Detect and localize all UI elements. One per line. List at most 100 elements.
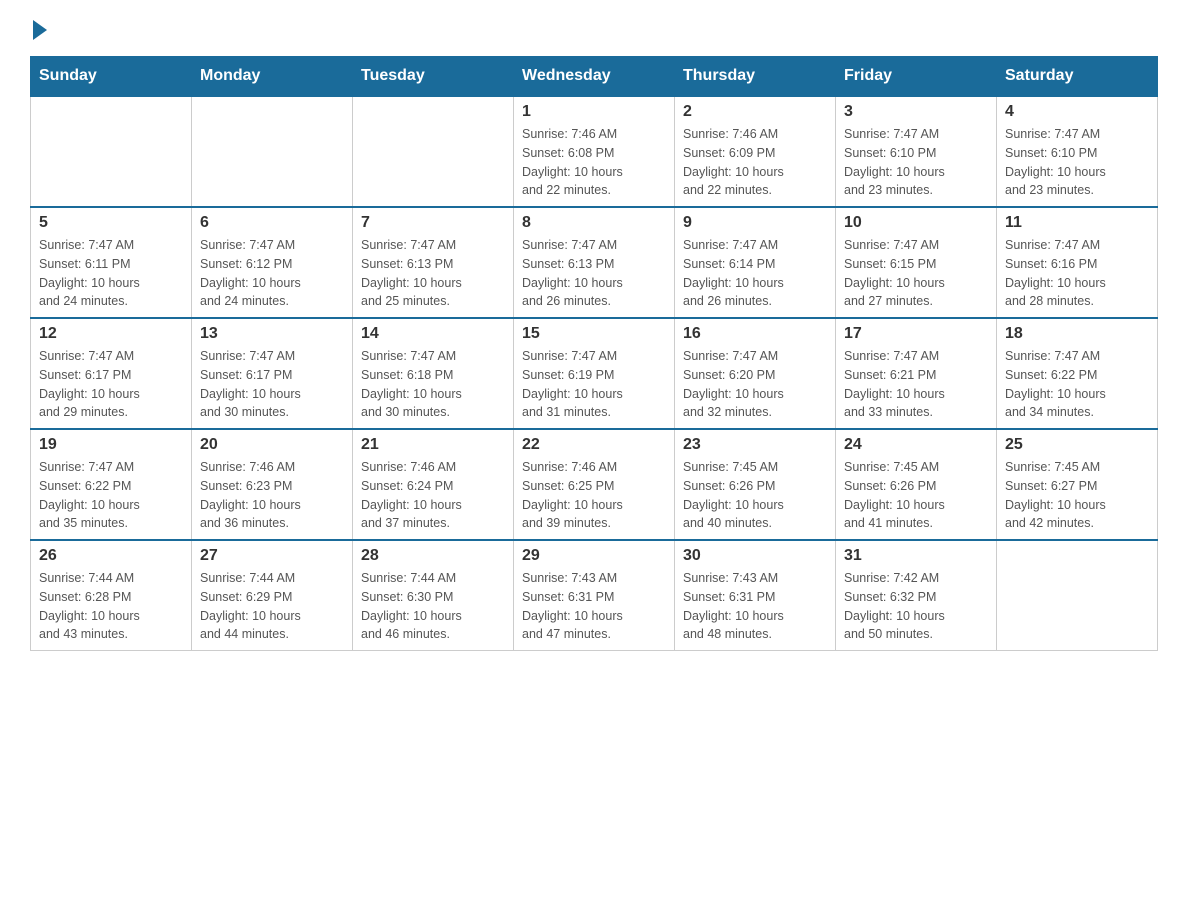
- calendar-day-cell: 19 Sunrise: 7:47 AMSunset: 6:22 PMDayligh…: [31, 429, 192, 540]
- day-number: 30: [683, 547, 827, 565]
- day-of-week-header: Friday: [836, 57, 997, 97]
- day-number: 4: [1005, 103, 1149, 121]
- calendar-week-row: 5 Sunrise: 7:47 AMSunset: 6:11 PMDaylight…: [31, 207, 1158, 318]
- calendar-week-row: 12 Sunrise: 7:47 AMSunset: 6:17 PMDayligh…: [31, 318, 1158, 429]
- day-info: Sunrise: 7:47 AMSunset: 6:12 PMDaylight:…: [200, 236, 344, 311]
- day-info: Sunrise: 7:47 AMSunset: 6:16 PMDaylight:…: [1005, 236, 1149, 311]
- calendar-day-cell: 26 Sunrise: 7:44 AMSunset: 6:28 PMDayligh…: [31, 540, 192, 651]
- day-info: Sunrise: 7:45 AMSunset: 6:27 PMDaylight:…: [1005, 458, 1149, 533]
- day-number: 7: [361, 214, 505, 232]
- calendar-day-cell: 4 Sunrise: 7:47 AMSunset: 6:10 PMDaylight…: [997, 96, 1158, 207]
- day-number: 8: [522, 214, 666, 232]
- day-number: 27: [200, 547, 344, 565]
- calendar-day-cell: [353, 96, 514, 207]
- calendar-day-cell: 22Sunrise: 7:46 AMSunset: 6:25 PMDayligh…: [514, 429, 675, 540]
- calendar-day-cell: 11 Sunrise: 7:47 AMSunset: 6:16 PMDayligh…: [997, 207, 1158, 318]
- day-info: Sunrise: 7:47 AMSunset: 6:10 PMDaylight:…: [844, 125, 988, 200]
- day-info: Sunrise: 7:47 AMSunset: 6:19 PMDaylight:…: [522, 347, 666, 422]
- calendar-header-row: SundayMondayTuesdayWednesdayThursdayFrid…: [31, 57, 1158, 97]
- calendar-week-row: 1 Sunrise: 7:46 AMSunset: 6:08 PMDaylight…: [31, 96, 1158, 207]
- day-number: 9: [683, 214, 827, 232]
- day-info: Sunrise: 7:44 AMSunset: 6:28 PMDaylight:…: [39, 569, 183, 644]
- day-number: 6: [200, 214, 344, 232]
- calendar-day-cell: 30 Sunrise: 7:43 AMSunset: 6:31 PMDayligh…: [675, 540, 836, 651]
- calendar-table: SundayMondayTuesdayWednesdayThursdayFrid…: [30, 56, 1158, 651]
- day-info: Sunrise: 7:47 AMSunset: 6:17 PMDaylight:…: [39, 347, 183, 422]
- calendar-day-cell: 24Sunrise: 7:45 AMSunset: 6:26 PMDayligh…: [836, 429, 997, 540]
- day-info: Sunrise: 7:47 AMSunset: 6:22 PMDaylight:…: [39, 458, 183, 533]
- calendar-day-cell: 20 Sunrise: 7:46 AMSunset: 6:23 PMDayligh…: [192, 429, 353, 540]
- calendar-day-cell: 9 Sunrise: 7:47 AMSunset: 6:14 PMDaylight…: [675, 207, 836, 318]
- day-info: Sunrise: 7:46 AMSunset: 6:09 PMDaylight:…: [683, 125, 827, 200]
- calendar-day-cell: 29 Sunrise: 7:43 AMSunset: 6:31 PMDayligh…: [514, 540, 675, 651]
- day-number: 18: [1005, 325, 1149, 343]
- day-info: Sunrise: 7:47 AMSunset: 6:13 PMDaylight:…: [522, 236, 666, 311]
- calendar-day-cell: 16Sunrise: 7:47 AMSunset: 6:20 PMDayligh…: [675, 318, 836, 429]
- day-number: 10: [844, 214, 988, 232]
- calendar-day-cell: 5 Sunrise: 7:47 AMSunset: 6:11 PMDaylight…: [31, 207, 192, 318]
- day-number: 2: [683, 103, 827, 121]
- day-info: Sunrise: 7:46 AMSunset: 6:08 PMDaylight:…: [522, 125, 666, 200]
- calendar-day-cell: 2 Sunrise: 7:46 AMSunset: 6:09 PMDaylight…: [675, 96, 836, 207]
- day-info: Sunrise: 7:46 AMSunset: 6:23 PMDaylight:…: [200, 458, 344, 533]
- calendar-day-cell: 27 Sunrise: 7:44 AMSunset: 6:29 PMDayligh…: [192, 540, 353, 651]
- day-info: Sunrise: 7:47 AMSunset: 6:18 PMDaylight:…: [361, 347, 505, 422]
- day-info: Sunrise: 7:44 AMSunset: 6:30 PMDaylight:…: [361, 569, 505, 644]
- calendar-day-cell: 12 Sunrise: 7:47 AMSunset: 6:17 PMDayligh…: [31, 318, 192, 429]
- calendar-day-cell: 7 Sunrise: 7:47 AMSunset: 6:13 PMDaylight…: [353, 207, 514, 318]
- day-info: Sunrise: 7:44 AMSunset: 6:29 PMDaylight:…: [200, 569, 344, 644]
- day-number: 1: [522, 103, 666, 121]
- day-number: 19: [39, 436, 183, 454]
- calendar-day-cell: [31, 96, 192, 207]
- day-info: Sunrise: 7:47 AMSunset: 6:13 PMDaylight:…: [361, 236, 505, 311]
- day-of-week-header: Tuesday: [353, 57, 514, 97]
- day-number: 13: [200, 325, 344, 343]
- calendar-day-cell: 6 Sunrise: 7:47 AMSunset: 6:12 PMDaylight…: [192, 207, 353, 318]
- day-number: 14: [361, 325, 505, 343]
- day-number: 20: [200, 436, 344, 454]
- calendar-day-cell: 18Sunrise: 7:47 AMSunset: 6:22 PMDayligh…: [997, 318, 1158, 429]
- calendar-day-cell: 8 Sunrise: 7:47 AMSunset: 6:13 PMDaylight…: [514, 207, 675, 318]
- calendar-day-cell: [192, 96, 353, 207]
- calendar-day-cell: 17Sunrise: 7:47 AMSunset: 6:21 PMDayligh…: [836, 318, 997, 429]
- calendar-week-row: 26 Sunrise: 7:44 AMSunset: 6:28 PMDayligh…: [31, 540, 1158, 651]
- day-number: 21: [361, 436, 505, 454]
- calendar-day-cell: 14 Sunrise: 7:47 AMSunset: 6:18 PMDayligh…: [353, 318, 514, 429]
- day-info: Sunrise: 7:47 AMSunset: 6:15 PMDaylight:…: [844, 236, 988, 311]
- day-info: Sunrise: 7:45 AMSunset: 6:26 PMDaylight:…: [683, 458, 827, 533]
- day-info: Sunrise: 7:47 AMSunset: 6:11 PMDaylight:…: [39, 236, 183, 311]
- day-number: 5: [39, 214, 183, 232]
- day-info: Sunrise: 7:47 AMSunset: 6:14 PMDaylight:…: [683, 236, 827, 311]
- calendar-day-cell: 23 Sunrise: 7:45 AMSunset: 6:26 PMDayligh…: [675, 429, 836, 540]
- calendar-day-cell: 1 Sunrise: 7:46 AMSunset: 6:08 PMDaylight…: [514, 96, 675, 207]
- day-info: Sunrise: 7:43 AMSunset: 6:31 PMDaylight:…: [683, 569, 827, 644]
- calendar-day-cell: 28 Sunrise: 7:44 AMSunset: 6:30 PMDayligh…: [353, 540, 514, 651]
- day-number: 3: [844, 103, 988, 121]
- day-of-week-header: Monday: [192, 57, 353, 97]
- day-number: 29: [522, 547, 666, 565]
- day-info: Sunrise: 7:47 AMSunset: 6:10 PMDaylight:…: [1005, 125, 1149, 200]
- calendar-day-cell: 3 Sunrise: 7:47 AMSunset: 6:10 PMDaylight…: [836, 96, 997, 207]
- calendar-week-row: 19 Sunrise: 7:47 AMSunset: 6:22 PMDayligh…: [31, 429, 1158, 540]
- day-number: 26: [39, 547, 183, 565]
- day-info: Sunrise: 7:47 AMSunset: 6:17 PMDaylight:…: [200, 347, 344, 422]
- calendar-day-cell: 10 Sunrise: 7:47 AMSunset: 6:15 PMDayligh…: [836, 207, 997, 318]
- calendar-day-cell: 13 Sunrise: 7:47 AMSunset: 6:17 PMDayligh…: [192, 318, 353, 429]
- day-number: 12: [39, 325, 183, 343]
- day-info: Sunrise: 7:47 AMSunset: 6:21 PMDaylight:…: [844, 347, 988, 422]
- day-number: 31: [844, 547, 988, 565]
- calendar-day-cell: 21 Sunrise: 7:46 AMSunset: 6:24 PMDayligh…: [353, 429, 514, 540]
- day-of-week-header: Saturday: [997, 57, 1158, 97]
- day-info: Sunrise: 7:46 AMSunset: 6:24 PMDaylight:…: [361, 458, 505, 533]
- calendar-day-cell: 31Sunrise: 7:42 AMSunset: 6:32 PMDayligh…: [836, 540, 997, 651]
- day-info: Sunrise: 7:46 AMSunset: 6:25 PMDaylight:…: [522, 458, 666, 533]
- day-of-week-header: Sunday: [31, 57, 192, 97]
- day-number: 28: [361, 547, 505, 565]
- day-info: Sunrise: 7:43 AMSunset: 6:31 PMDaylight:…: [522, 569, 666, 644]
- day-number: 23: [683, 436, 827, 454]
- calendar-day-cell: [997, 540, 1158, 651]
- day-number: 15: [522, 325, 666, 343]
- logo-arrow-icon: [33, 20, 47, 40]
- day-number: 11: [1005, 214, 1149, 232]
- day-info: Sunrise: 7:45 AMSunset: 6:26 PMDaylight:…: [844, 458, 988, 533]
